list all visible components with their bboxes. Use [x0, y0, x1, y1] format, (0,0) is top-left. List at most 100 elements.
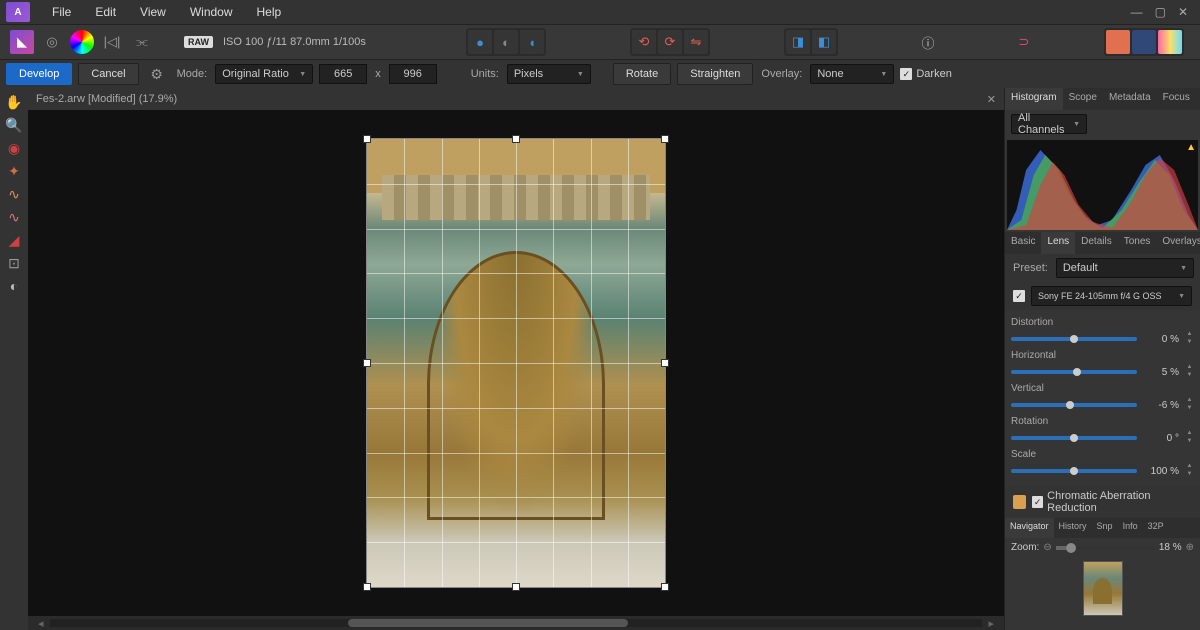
whitebalance-tool-icon[interactable]: ◐: [3, 276, 25, 296]
overlay-brush-icon[interactable]: ∿: [3, 184, 25, 204]
slider-3[interactable]: [1011, 436, 1137, 440]
slider-0[interactable]: [1011, 337, 1137, 341]
circle-icon[interactable]: ◎: [40, 30, 64, 54]
menu-window[interactable]: Window: [180, 2, 243, 22]
navtab-info[interactable]: Info: [1118, 518, 1143, 538]
mirror-icon[interactable]: |◁|: [100, 30, 124, 54]
straighten-button[interactable]: Straighten: [677, 63, 753, 85]
color-wheel-icon[interactable]: [70, 30, 94, 54]
minimize-icon[interactable]: —: [1131, 5, 1143, 19]
mirror-view-icon[interactable]: ◖: [520, 30, 544, 54]
redeye-tool-icon[interactable]: ◉: [3, 138, 25, 158]
crop-frame[interactable]: [366, 138, 666, 588]
navtab-navigator[interactable]: Navigator: [1005, 518, 1054, 538]
horizontal-scrollbar[interactable]: ◂▸: [28, 616, 1004, 630]
split-view-icon[interactable]: ◐: [494, 30, 518, 54]
units-select[interactable]: Pixels▼: [507, 64, 591, 84]
blemish-tool-icon[interactable]: ✦: [3, 161, 25, 181]
slider-2[interactable]: [1011, 403, 1137, 407]
subtab-basic[interactable]: Basic: [1005, 232, 1041, 254]
slider-label-3: Rotation: [1011, 416, 1194, 427]
x-label: x: [375, 68, 381, 80]
develop-button[interactable]: Develop: [6, 63, 72, 85]
document-tab[interactable]: Fes-2.arw [Modified] (17.9%): [36, 93, 177, 105]
app-logo: A: [6, 2, 30, 22]
swatch1-icon[interactable]: [1106, 30, 1130, 54]
info-icon[interactable]: ⓘ: [916, 30, 940, 54]
navtab-snp[interactable]: Snp: [1092, 518, 1118, 538]
subtab-lens[interactable]: Lens: [1041, 232, 1075, 254]
crop-handle[interactable]: [363, 135, 371, 143]
zoom-slider[interactable]: [1056, 546, 1155, 550]
swatch3-icon[interactable]: [1158, 30, 1182, 54]
tab-metadata[interactable]: Metadata: [1103, 88, 1157, 110]
slider-stepper-0[interactable]: ▲▼: [1185, 331, 1194, 347]
crop-handle[interactable]: [661, 359, 669, 367]
crop-handle[interactable]: [512, 135, 520, 143]
rotate-ccw-icon[interactable]: ⟲: [632, 30, 656, 54]
zoom-in-icon[interactable]: ⊕: [1186, 542, 1194, 553]
overlay-select[interactable]: None▼: [810, 64, 894, 84]
rotate-cw-icon[interactable]: ⟳: [658, 30, 682, 54]
tab-histogram[interactable]: Histogram: [1005, 88, 1063, 110]
height-input[interactable]: [389, 64, 437, 84]
crop-handle[interactable]: [512, 583, 520, 591]
zoom-tool-icon[interactable]: 🔍: [3, 115, 25, 135]
maximize-icon[interactable]: ▢: [1155, 5, 1166, 19]
crop-handle[interactable]: [661, 135, 669, 143]
share-icon[interactable]: ⫘: [130, 30, 154, 54]
slider-value-2: -6 %: [1143, 400, 1179, 411]
canvas[interactable]: [28, 110, 1004, 616]
close-tab-icon[interactable]: ✕: [987, 93, 996, 106]
crop-handle[interactable]: [661, 583, 669, 591]
lens-checkbox[interactable]: ✓: [1013, 290, 1025, 302]
zoom-label: Zoom:: [1011, 542, 1039, 553]
single-view-icon[interactable]: ●: [468, 30, 492, 54]
menu-file[interactable]: File: [42, 2, 81, 22]
mode-select[interactable]: Original Ratio▼: [215, 64, 313, 84]
crop-tool-icon[interactable]: ⊡: [3, 253, 25, 273]
menu-view[interactable]: View: [130, 2, 176, 22]
crop-handle[interactable]: [363, 359, 371, 367]
panel-right-icon[interactable]: ◧: [812, 30, 836, 54]
subtab-details[interactable]: Details: [1075, 232, 1118, 254]
histogram: ▲: [1007, 140, 1198, 230]
close-icon[interactable]: ✕: [1178, 5, 1188, 19]
preset-select[interactable]: Default▼: [1056, 258, 1194, 278]
rotate-button[interactable]: Rotate: [613, 63, 671, 85]
zoom-out-icon[interactable]: ⊖: [1043, 542, 1051, 553]
panel-left-icon[interactable]: ◨: [786, 30, 810, 54]
chroma-checkbox[interactable]: ✓Chromatic Aberration Reduction: [1032, 490, 1192, 514]
persona-icon[interactable]: ◣: [10, 30, 34, 54]
slider-stepper-4[interactable]: ▲▼: [1185, 463, 1194, 479]
gradient-tool-icon[interactable]: ◢: [3, 230, 25, 250]
slider-1[interactable]: [1011, 370, 1137, 374]
flip-icon[interactable]: ⇋: [684, 30, 708, 54]
units-label: Units:: [471, 68, 499, 80]
slider-stepper-1[interactable]: ▲▼: [1185, 364, 1194, 380]
overlay-erase-icon[interactable]: ∿: [3, 207, 25, 227]
magnet-icon[interactable]: ⊃: [1012, 30, 1036, 54]
tab-scope[interactable]: Scope: [1063, 88, 1103, 110]
slider-stepper-3[interactable]: ▲▼: [1185, 430, 1194, 446]
width-input[interactable]: [319, 64, 367, 84]
darken-checkbox[interactable]: ✓Darken: [900, 68, 951, 80]
hand-tool-icon[interactable]: ✋: [3, 92, 25, 112]
slider-stepper-2[interactable]: ▲▼: [1185, 397, 1194, 413]
menu-edit[interactable]: Edit: [85, 2, 126, 22]
menu-help[interactable]: Help: [247, 2, 292, 22]
crop-handle[interactable]: [363, 583, 371, 591]
subtab-tones[interactable]: Tones: [1118, 232, 1157, 254]
channels-select[interactable]: All Channels▼: [1011, 114, 1087, 134]
lens-select[interactable]: Sony FE 24-105mm f/4 G OSS▼: [1031, 286, 1192, 306]
tab-focus[interactable]: Focus: [1157, 88, 1196, 110]
navigator-thumbnail[interactable]: [1083, 561, 1123, 616]
cancel-button[interactable]: Cancel: [78, 63, 138, 85]
slider-value-4: 100 %: [1143, 466, 1179, 477]
slider-4[interactable]: [1011, 469, 1137, 473]
subtab-overlays[interactable]: Overlays: [1156, 232, 1200, 254]
gear-icon[interactable]: ⚙: [145, 62, 169, 86]
navtab-history[interactable]: History: [1054, 518, 1092, 538]
navtab-32p[interactable]: 32P: [1143, 518, 1169, 538]
swatch2-icon[interactable]: [1132, 30, 1156, 54]
